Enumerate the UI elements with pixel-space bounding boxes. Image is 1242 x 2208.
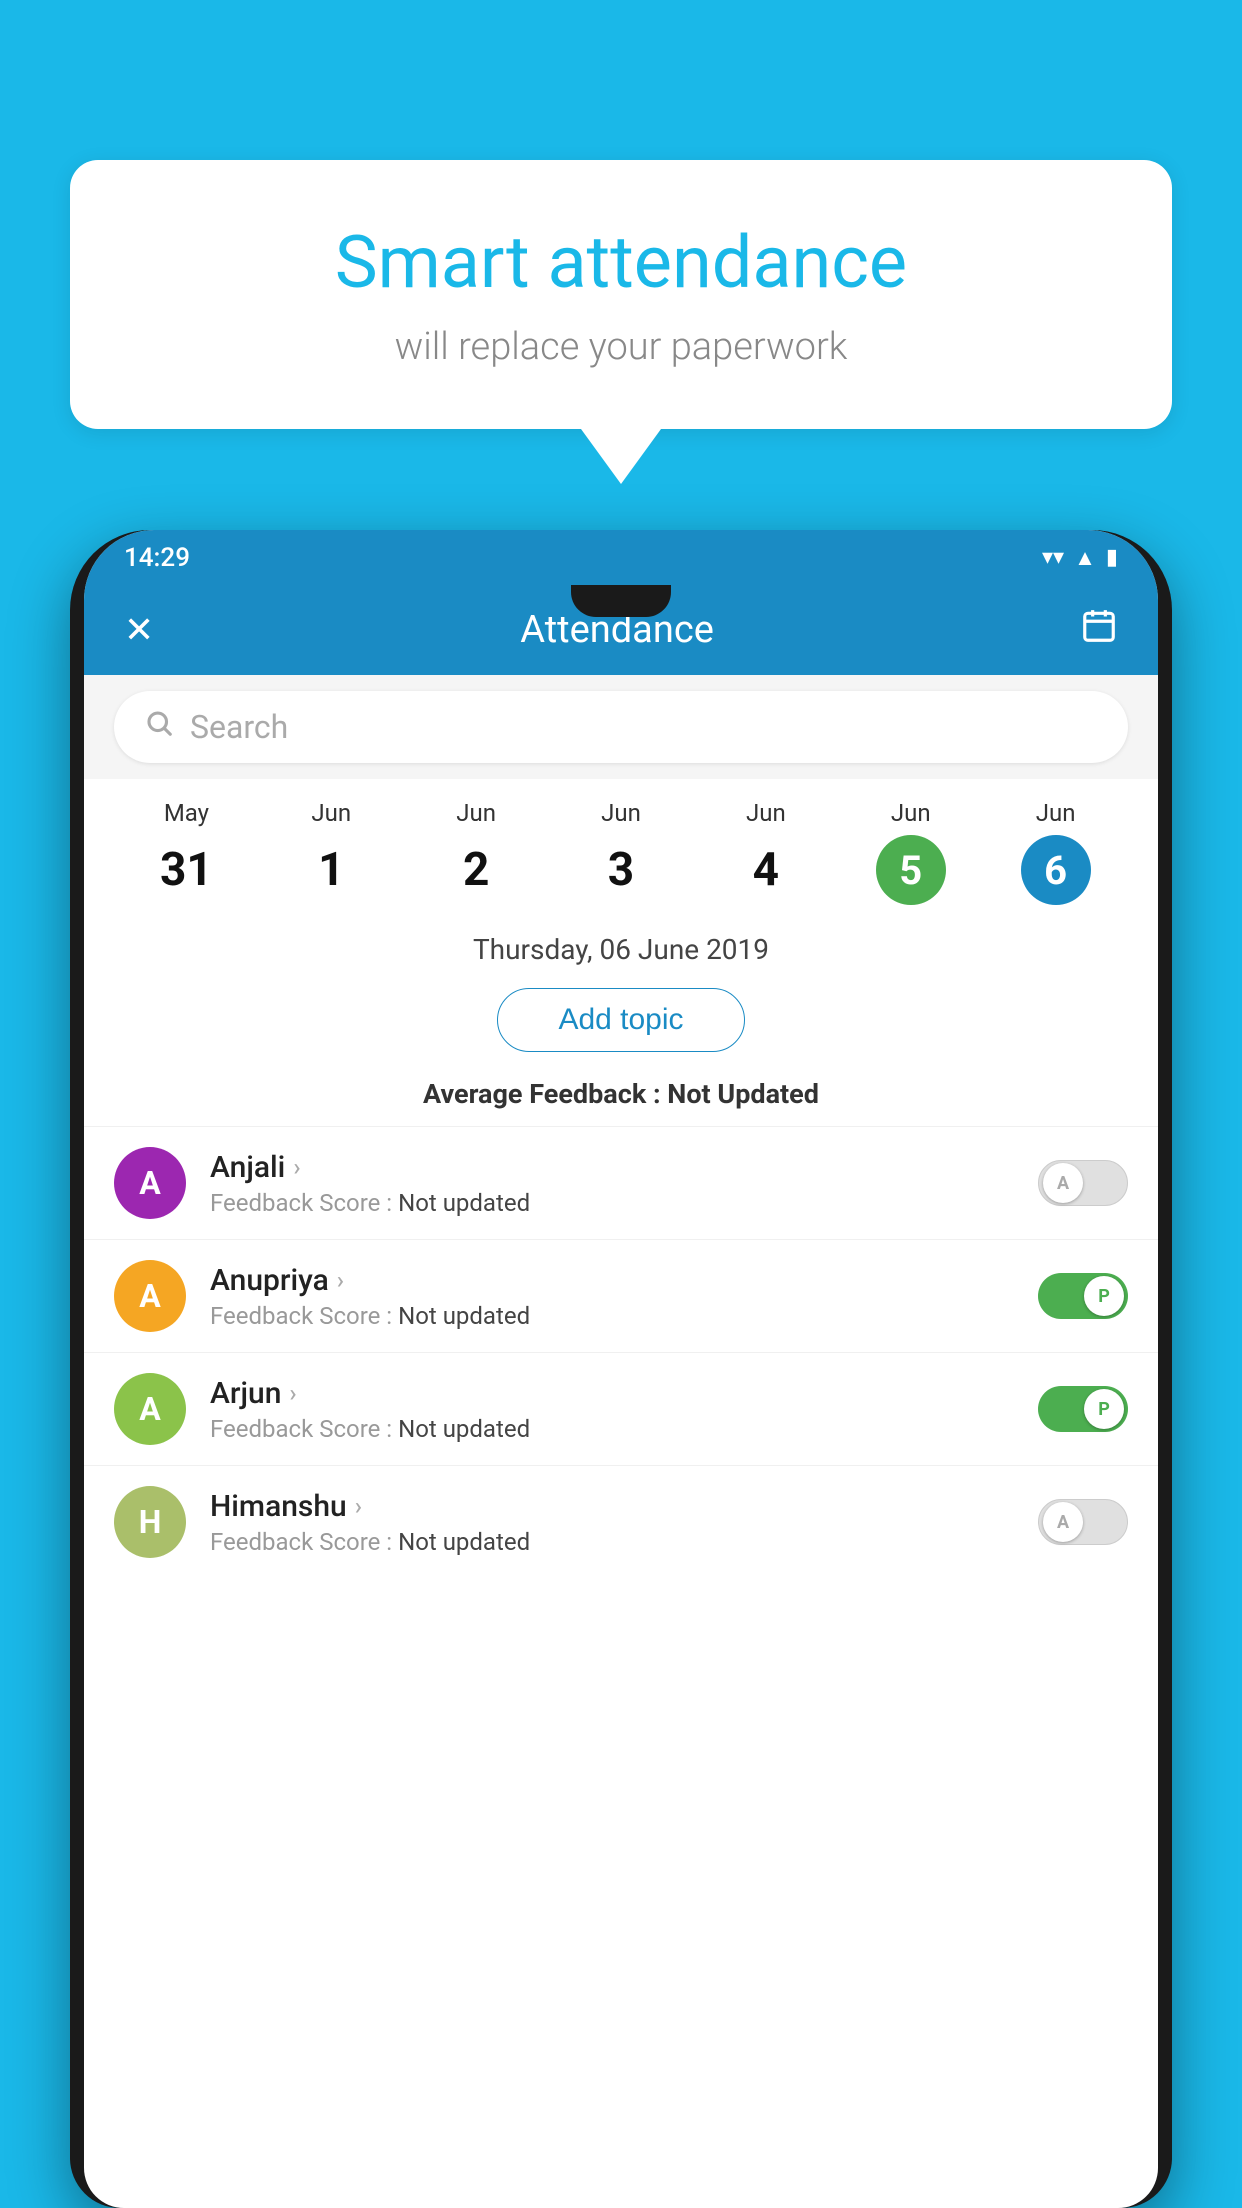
phone-notch [571, 585, 671, 617]
selected-date: Thursday, 06 June 2019 [84, 915, 1158, 976]
cal-day-1[interactable]: Jun 1 [259, 799, 404, 905]
signal-icon: ▲ [1074, 545, 1096, 571]
chevron-right-icon: › [289, 1379, 296, 1407]
cal-day-6[interactable]: Jun 6 [983, 799, 1128, 905]
attendance-toggle[interactable]: P [1038, 1386, 1128, 1432]
student-info: Himanshu › Feedback Score : Not updated [210, 1489, 1038, 1556]
cal-date-number: 4 [731, 835, 801, 905]
search-bar-container: Search [84, 675, 1158, 779]
speech-bubble-container: Smart attendance will replace your paper… [70, 160, 1172, 484]
avg-feedback-label: Average Feedback : [423, 1078, 661, 1110]
toggle-knob: P [1084, 1276, 1124, 1316]
speech-bubble: Smart attendance will replace your paper… [70, 160, 1172, 429]
calendar-strip: May 31 Jun 1 Jun 2 Jun 3 Jun 4 Jun 5 Jun 6 [84, 779, 1158, 915]
cal-month-label: Jun [549, 799, 694, 827]
student-name: Anjali › [210, 1150, 1038, 1185]
cal-month-label: Jun [259, 799, 404, 827]
search-placeholder: Search [190, 708, 288, 746]
cal-date-number: 31 [151, 835, 221, 905]
student-info: Anupriya › Feedback Score : Not updated [210, 1263, 1038, 1330]
attendance-toggle[interactable]: P [1038, 1273, 1128, 1319]
cal-month-label: Jun [404, 799, 549, 827]
student-feedback: Feedback Score : Not updated [210, 1189, 1038, 1217]
attendance-toggle[interactable]: A [1038, 1499, 1128, 1545]
student-item[interactable]: A Anupriya › Feedback Score : Not updated P [84, 1239, 1158, 1352]
cal-date-number: 5 [876, 835, 946, 905]
feedback-value: Not updated [398, 1189, 530, 1217]
avg-feedback-value: Not Updated [667, 1078, 819, 1110]
cal-date-number: 1 [296, 835, 366, 905]
speech-bubble-title: Smart attendance [150, 220, 1092, 305]
status-icons: ▾▾ ▲ ▮ [1042, 545, 1118, 571]
chevron-right-icon: › [355, 1492, 362, 1520]
cal-date-number: 3 [586, 835, 656, 905]
cal-month-label: May [114, 799, 259, 827]
chevron-right-icon: › [293, 1153, 300, 1181]
search-bar[interactable]: Search [114, 691, 1128, 763]
student-feedback: Feedback Score : Not updated [210, 1302, 1038, 1330]
toggle-knob: A [1043, 1163, 1083, 1203]
student-feedback: Feedback Score : Not updated [210, 1415, 1038, 1443]
status-bar: 14:29 ▾▾ ▲ ▮ [84, 530, 1158, 585]
cal-day-2[interactable]: Jun 2 [404, 799, 549, 905]
student-name: Himanshu › [210, 1489, 1038, 1524]
cal-date-number: 6 [1021, 835, 1091, 905]
wifi-icon: ▾▾ [1042, 545, 1064, 570]
battery-icon: ▮ [1106, 545, 1118, 570]
toggle-knob: P [1084, 1389, 1124, 1429]
student-name: Anupriya › [210, 1263, 1038, 1298]
cal-day-0[interactable]: May 31 [114, 799, 259, 905]
close-button[interactable]: ✕ [124, 609, 154, 651]
student-avatar: A [114, 1373, 186, 1445]
cal-date-number: 2 [441, 835, 511, 905]
speech-bubble-subtitle: will replace your paperwork [150, 325, 1092, 369]
student-avatar: A [114, 1147, 186, 1219]
cal-day-5[interactable]: Jun 5 [838, 799, 983, 905]
feedback-value: Not updated [398, 1528, 530, 1556]
feedback-value: Not updated [398, 1302, 530, 1330]
feedback-value: Not updated [398, 1415, 530, 1443]
add-topic-button[interactable]: Add topic [497, 988, 744, 1052]
student-name: Arjun › [210, 1376, 1038, 1411]
student-item[interactable]: A Arjun › Feedback Score : Not updated P [84, 1352, 1158, 1465]
student-avatar: A [114, 1260, 186, 1332]
cal-day-4[interactable]: Jun 4 [693, 799, 838, 905]
status-time: 14:29 [124, 543, 190, 573]
search-icon [144, 708, 174, 746]
student-list: AAnjali ›Feedback Score : Not updatedAAA… [84, 1126, 1158, 1578]
cal-day-3[interactable]: Jun 3 [549, 799, 694, 905]
student-item[interactable]: AAnjali ›Feedback Score : Not updatedA [84, 1126, 1158, 1239]
phone-frame: 14:29 ▾▾ ▲ ▮ ✕ Attendance [70, 530, 1172, 2208]
cal-month-label: Jun [983, 799, 1128, 827]
student-avatar: H [114, 1486, 186, 1558]
phone-screen: 14:29 ▾▾ ▲ ▮ ✕ Attendance [84, 530, 1158, 2208]
attendance-toggle[interactable]: A [1038, 1160, 1128, 1206]
avg-feedback: Average Feedback : Not Updated [84, 1070, 1158, 1126]
student-info: Anjali › Feedback Score : Not updated [210, 1150, 1038, 1217]
speech-bubble-tail [581, 429, 661, 484]
toggle-knob: A [1043, 1502, 1083, 1542]
chevron-right-icon: › [337, 1266, 344, 1294]
student-feedback: Feedback Score : Not updated [210, 1528, 1038, 1556]
cal-month-label: Jun [693, 799, 838, 827]
student-item[interactable]: H Himanshu › Feedback Score : Not updatedA [84, 1465, 1158, 1578]
cal-month-label: Jun [838, 799, 983, 827]
calendar-icon[interactable] [1080, 607, 1118, 654]
student-info: Arjun › Feedback Score : Not updated [210, 1376, 1038, 1443]
